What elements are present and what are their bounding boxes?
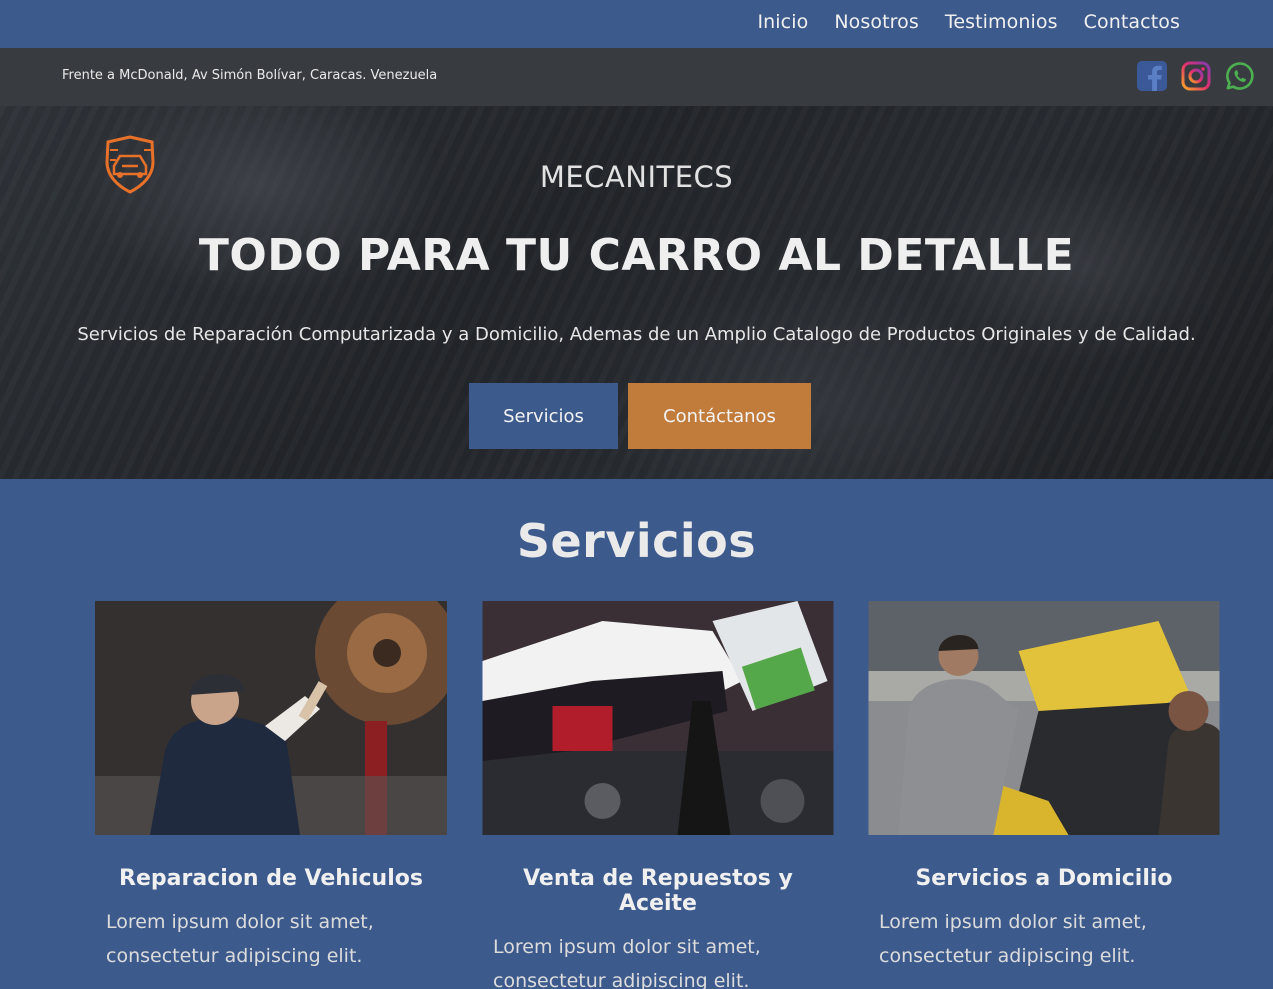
- info-bar: Frente a McDonald, Av Simón Bolívar, Car…: [0, 48, 1273, 106]
- services-title: Servicios: [516, 514, 757, 568]
- facebook-icon[interactable]: [1137, 61, 1167, 91]
- service-card-title: Reparacion de Vehiculos: [119, 866, 423, 891]
- service-card-domicilio: Servicios a Domicilio Lorem ipsum dolor …: [868, 601, 1220, 973]
- service-card-repuestos: Venta de Repuestos y Aceite Lorem ipsum …: [482, 601, 834, 989]
- hero-section: MECANITECS TODO PARA TU CARRO AL DETALLE…: [0, 106, 1273, 479]
- service-card-text: Lorem ipsum dolor sit amet, consectetur …: [493, 936, 761, 989]
- nav-link-testimonios[interactable]: Testimonios: [945, 11, 1058, 33]
- nav-link-inicio[interactable]: Inicio: [757, 11, 808, 33]
- service-card-text: Lorem ipsum dolor sit amet, consectetur …: [879, 911, 1147, 967]
- contactanos-button[interactable]: Contáctanos: [628, 383, 811, 449]
- service-card-text: Lorem ipsum dolor sit amet, consectetur …: [106, 911, 374, 967]
- whatsapp-icon[interactable]: [1225, 61, 1255, 91]
- service-image-mechanic-wheel: [95, 601, 447, 835]
- service-image-oil-pour: [482, 601, 834, 835]
- service-image-home-service: [868, 601, 1220, 835]
- servicios-button[interactable]: Servicios: [469, 383, 618, 449]
- service-card-reparacion: Reparacion de Vehiculos Lorem ipsum dolo…: [95, 601, 447, 973]
- navbar: Inicio Nosotros Testimonios Contactos: [0, 0, 1273, 48]
- hero-title: TODO PARA TU CARRO AL DETALLE: [198, 230, 1075, 281]
- instagram-icon[interactable]: [1181, 61, 1211, 91]
- service-card-title: Servicios a Domicilio: [915, 866, 1173, 891]
- nav-menu: Inicio Nosotros Testimonios Contactos: [757, 11, 1180, 33]
- hero-subtitle: Servicios de Reparación Computarizada y …: [77, 324, 1196, 345]
- social-links: [1137, 61, 1255, 91]
- address-text: Frente a McDonald, Av Simón Bolívar, Car…: [62, 68, 438, 83]
- nav-link-contactos[interactable]: Contactos: [1084, 11, 1180, 33]
- service-card-title: Venta de Repuestos y Aceite: [523, 866, 793, 916]
- nav-link-nosotros[interactable]: Nosotros: [834, 11, 919, 33]
- brand-name: MECANITECS: [539, 160, 734, 194]
